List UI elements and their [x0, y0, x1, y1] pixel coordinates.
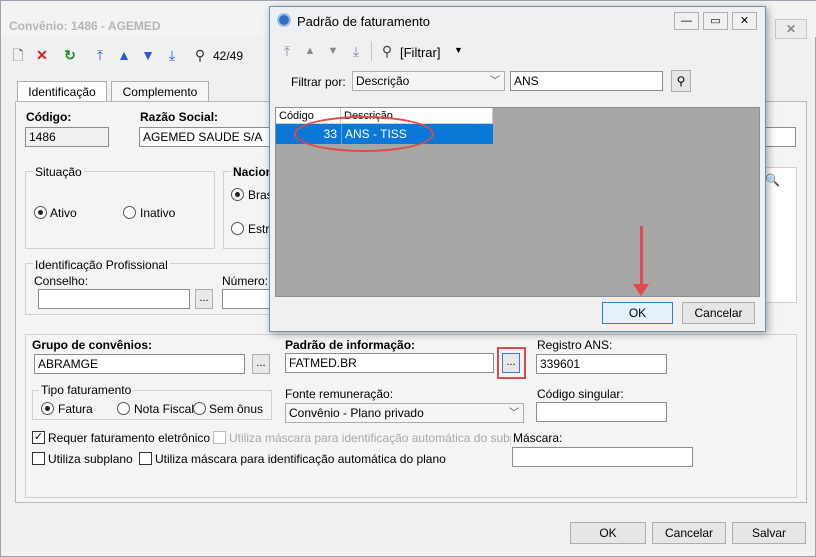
- tipo-faturamento-label: Tipo faturamento: [39, 383, 134, 397]
- codigo-input[interactable]: 1486: [25, 127, 109, 147]
- utiliza-subplano-checkbox[interactable]: [32, 452, 45, 465]
- row-highlight-ellipse: [294, 116, 434, 152]
- next-record-icon[interactable]: ▼: [139, 45, 157, 65]
- registro-ans-label: Registro ANS:: [537, 338, 613, 352]
- mascara-label: Máscara:: [513, 431, 563, 445]
- requer-faturamento-checkbox[interactable]: ✓: [32, 431, 45, 444]
- refresh-icon[interactable]: ↻: [61, 45, 79, 65]
- padrao-lookup-button[interactable]: ...: [502, 353, 520, 373]
- fonte-remuneracao-label: Fonte remuneração:: [285, 387, 394, 401]
- binoculars-icon[interactable]: ⚲: [191, 45, 209, 65]
- maximize-icon[interactable]: ▭: [703, 12, 728, 30]
- requer-faturamento-label: Requer faturamento eletrônico: [48, 431, 211, 445]
- conselho-label: Conselho:: [34, 274, 89, 288]
- first-record-icon[interactable]: ⤒: [91, 45, 109, 65]
- grupo-lookup-button[interactable]: ...: [252, 354, 270, 374]
- brasileira-radio[interactable]: [231, 188, 244, 201]
- fonte-remuneracao-select[interactable]: Convênio - Plano privado ﹀: [285, 403, 524, 423]
- inativo-label: Inativo: [140, 206, 176, 220]
- utiliza-subplano-label: Utiliza subplano: [48, 452, 133, 466]
- cancel-button[interactable]: Cancelar: [652, 522, 726, 544]
- ativo-radio[interactable]: [34, 206, 47, 219]
- dialog-ok-button[interactable]: OK: [602, 302, 673, 324]
- filter-button[interactable]: [Filtrar]: [400, 45, 440, 60]
- app-logo-icon: [277, 13, 291, 27]
- padrao-informacao-input[interactable]: FATMED.BR: [285, 353, 494, 373]
- record-counter: 42/49: [213, 49, 244, 63]
- fatura-radio[interactable]: [41, 402, 54, 415]
- registro-ans-input[interactable]: 339601: [536, 354, 667, 374]
- padrao-informacao-label: Padrão de informação:: [285, 338, 416, 352]
- results-grid: Código Descrição 33 ANS - TISS: [275, 107, 760, 297]
- conselho-lookup-button[interactable]: ...: [195, 289, 213, 309]
- ativo-label: Ativo: [50, 206, 77, 220]
- padrao-faturamento-dialog: Padrão de faturamento — ▭ ✕ ⤒ ▲ ▼ ⤓ ⚲ [F…: [269, 6, 766, 332]
- new-document-icon[interactable]: 🗋: [9, 45, 27, 65]
- arrow-down-icon: [633, 284, 649, 296]
- ok-button[interactable]: OK: [570, 522, 646, 544]
- numero-label: Número:: [222, 274, 269, 288]
- chevron-down-icon: ﹀: [509, 408, 519, 419]
- filter-value-input[interactable]: ANS: [510, 71, 663, 91]
- filtrar-por-label: Filtrar por:: [291, 75, 346, 89]
- mascara-subplano-label: Utiliza máscara para identificação autom…: [229, 431, 511, 445]
- minimize-icon[interactable]: —: [674, 12, 699, 30]
- razao-social-input[interactable]: AGEMED SAUDE S/A: [139, 127, 279, 147]
- nota-fiscal-label: Nota Fiscal: [134, 402, 195, 416]
- last-record-icon[interactable]: ⤓: [163, 45, 181, 65]
- dialog-title: Padrão de faturamento: [297, 14, 430, 29]
- estrangeira-radio[interactable]: [231, 222, 244, 235]
- sem-onus-radio[interactable]: [193, 402, 206, 415]
- dialog-close-icon[interactable]: ✕: [732, 12, 757, 30]
- next-icon[interactable]: ▼: [324, 41, 342, 61]
- grupo-convenios-input[interactable]: ABRAMGE: [34, 354, 245, 374]
- fatura-label: Fatura: [58, 402, 93, 416]
- inativo-radio[interactable]: [123, 206, 136, 219]
- right-side-box: [765, 167, 797, 303]
- main-close-button[interactable]: ✕: [775, 19, 807, 39]
- situacao-label: Situação: [33, 165, 84, 179]
- tab-complemento[interactable]: Complemento: [111, 81, 209, 103]
- razao-social-input-tail[interactable]: [765, 127, 796, 147]
- filter-icon[interactable]: ⚲: [378, 41, 396, 61]
- first-icon[interactable]: ⤒: [278, 41, 296, 61]
- fonte-remuneracao-value: Convênio - Plano privado: [289, 406, 424, 420]
- razao-social-label: Razão Social:: [140, 110, 219, 124]
- sem-onus-label: Sem ônus: [209, 402, 264, 416]
- id-profissional-label: Identificação Profissional: [33, 258, 170, 272]
- mascara-plano-checkbox[interactable]: [139, 452, 152, 465]
- prev-icon[interactable]: ▲: [301, 41, 319, 61]
- mascara-subplano-checkbox[interactable]: [213, 431, 226, 444]
- mascara-plano-label: Utiliza máscara para identificação autom…: [155, 452, 446, 466]
- grupo-convenios-label: Grupo de convênios:: [32, 338, 153, 352]
- mascara-input[interactable]: [512, 447, 693, 467]
- main-window-title: Convênio: 1486 - AGEMED: [9, 19, 161, 33]
- delete-icon[interactable]: ✕: [33, 45, 51, 65]
- zoom-icon[interactable]: 🔍: [765, 173, 780, 187]
- codigo-singular-input[interactable]: [536, 402, 667, 422]
- dialog-cancel-button[interactable]: Cancelar: [682, 302, 755, 324]
- previous-record-icon[interactable]: ▲: [115, 45, 133, 65]
- tab-identificacao[interactable]: Identificação: [17, 81, 107, 103]
- codigo-label: Código:: [26, 110, 72, 124]
- chevron-down-icon: ﹀: [490, 76, 500, 87]
- arrow-shaft: [640, 226, 643, 288]
- nota-fiscal-radio[interactable]: [117, 402, 130, 415]
- apply-filter-icon[interactable]: ⚲: [671, 70, 691, 92]
- save-button[interactable]: Salvar: [732, 522, 806, 544]
- filter-dropdown-icon[interactable]: ▼: [454, 45, 463, 55]
- filter-field-select[interactable]: Descrição ﹀: [352, 71, 505, 91]
- filter-field-value: Descrição: [356, 74, 410, 88]
- codigo-singular-label: Código singular:: [537, 387, 624, 401]
- numero-input[interactable]: [222, 289, 272, 309]
- dialog-titlebar: Padrão de faturamento — ▭ ✕: [270, 7, 765, 35]
- conselho-input[interactable]: [38, 289, 190, 309]
- last-icon[interactable]: ⤓: [347, 41, 365, 61]
- toolbar-divider: [371, 41, 372, 61]
